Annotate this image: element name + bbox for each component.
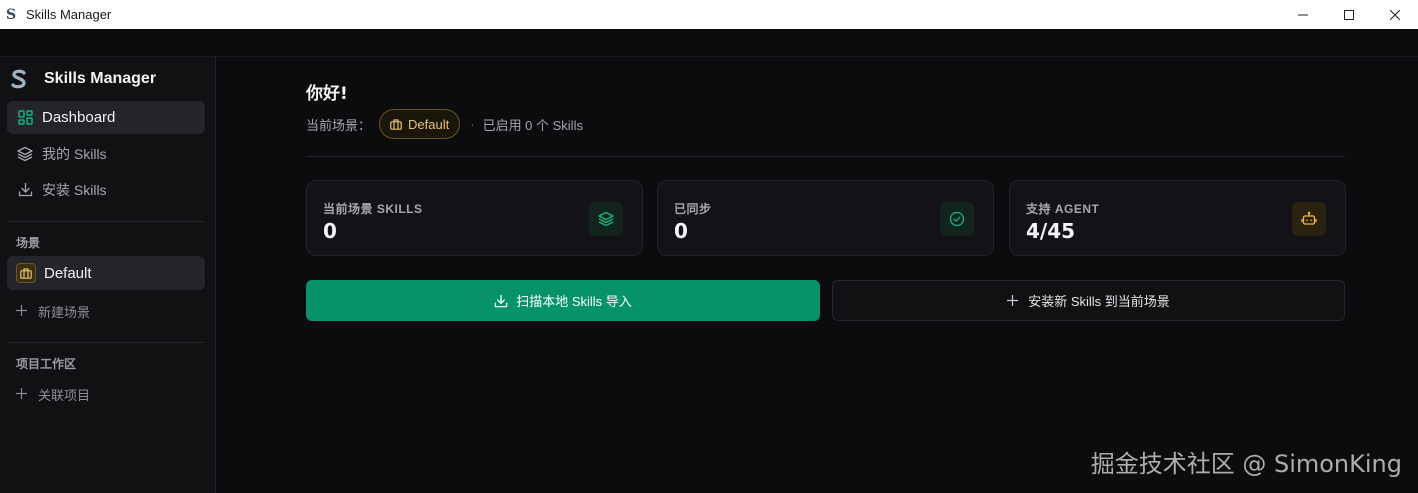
briefcase-icon bbox=[16, 263, 36, 283]
sidebar-item-install-skills[interactable]: 安装 Skills bbox=[7, 173, 205, 206]
stat-card-agent-support: 支持 AGENT 4/45 bbox=[1009, 180, 1346, 256]
install-new-skills-label: 安装新 Skills 到当前场景 bbox=[1028, 294, 1170, 309]
sidebar-item-my-skills[interactable]: 我的 Skills bbox=[7, 137, 205, 170]
sidebar-divider bbox=[7, 342, 205, 343]
briefcase-icon bbox=[390, 118, 402, 130]
app-logo-icon: S bbox=[6, 6, 17, 23]
stat-value: 0 bbox=[674, 219, 688, 243]
install-new-skills-button[interactable]: 安装新 Skills 到当前场景 bbox=[832, 280, 1345, 321]
sidebar-item-label: 我的 Skills bbox=[42, 145, 107, 162]
scan-import-button[interactable]: 扫描本地 Skills 导入 bbox=[306, 280, 820, 321]
stat-card-scene-skills: 当前场景 SKILLS 0 bbox=[306, 180, 643, 256]
current-scene-line: 当前场景： Default · 已启用 0 个 Skills bbox=[306, 109, 583, 139]
stat-card-synced: 已同步 0 bbox=[657, 180, 994, 256]
maximize-icon[interactable] bbox=[1326, 0, 1372, 29]
window-controls bbox=[1280, 0, 1418, 29]
drag-region bbox=[0, 29, 1418, 57]
download-icon bbox=[494, 294, 508, 308]
stat-label: 已同步 bbox=[674, 202, 712, 216]
current-scene-label: 当前场景： bbox=[306, 117, 372, 133]
stat-value: 0 bbox=[323, 219, 337, 243]
link-project-label: 关联项目 bbox=[38, 388, 91, 403]
sidebar-item-label: Dashboard bbox=[42, 109, 116, 126]
stat-label: 支持 AGENT bbox=[1026, 202, 1100, 216]
workspace-section-label: 项目工作区 bbox=[16, 357, 77, 371]
current-scene-name: Default bbox=[408, 116, 450, 132]
stat-label: 当前场景 SKILLS bbox=[323, 202, 423, 216]
sidebar-item-scene-default[interactable]: Default bbox=[7, 256, 205, 290]
separator-dot: · bbox=[470, 116, 475, 132]
sidebar-divider bbox=[7, 221, 205, 222]
stat-value: 4/45 bbox=[1026, 219, 1076, 243]
skills-logo-icon bbox=[10, 68, 28, 90]
plus-icon bbox=[16, 388, 28, 401]
plus-icon bbox=[1007, 295, 1019, 306]
layers-icon bbox=[589, 202, 623, 236]
scene-name: Default bbox=[44, 264, 92, 282]
scan-import-label: 扫描本地 Skills 导入 bbox=[516, 294, 632, 309]
sidebar-item-dashboard[interactable]: Dashboard bbox=[7, 101, 205, 134]
brand-name: Skills Manager bbox=[44, 70, 157, 87]
new-scene-button[interactable]: 新建场景 bbox=[16, 302, 90, 321]
enabled-skills-count: 已启用 0 个 Skills bbox=[482, 117, 583, 133]
link-project-button[interactable]: 关联项目 bbox=[16, 385, 90, 404]
watermark: 掘金技术社区 @ SimonKing bbox=[1090, 450, 1402, 478]
page-title: 你好! bbox=[306, 84, 348, 104]
brand: Skills Manager bbox=[10, 67, 156, 91]
window-title: Skills Manager bbox=[26, 7, 112, 22]
sidebar-item-label: 安装 Skills bbox=[42, 181, 107, 198]
close-icon[interactable] bbox=[1372, 0, 1418, 29]
layers-icon bbox=[16, 145, 34, 163]
check-circle-icon bbox=[940, 202, 974, 236]
current-scene-pill[interactable]: Default bbox=[379, 109, 461, 139]
window-titlebar: S Skills Manager bbox=[0, 0, 1418, 29]
minimize-icon[interactable] bbox=[1280, 0, 1326, 29]
sidebar: Skills Manager Dashboard 我的 Skills 安装 Sk… bbox=[0, 57, 216, 493]
dashboard-grid-icon bbox=[16, 109, 34, 127]
new-scene-label: 新建场景 bbox=[38, 305, 91, 320]
robot-icon bbox=[1292, 202, 1326, 236]
download-icon bbox=[16, 181, 34, 199]
plus-icon bbox=[16, 305, 28, 318]
scenes-section-label: 场景 bbox=[16, 236, 41, 250]
header-divider bbox=[306, 156, 1345, 157]
